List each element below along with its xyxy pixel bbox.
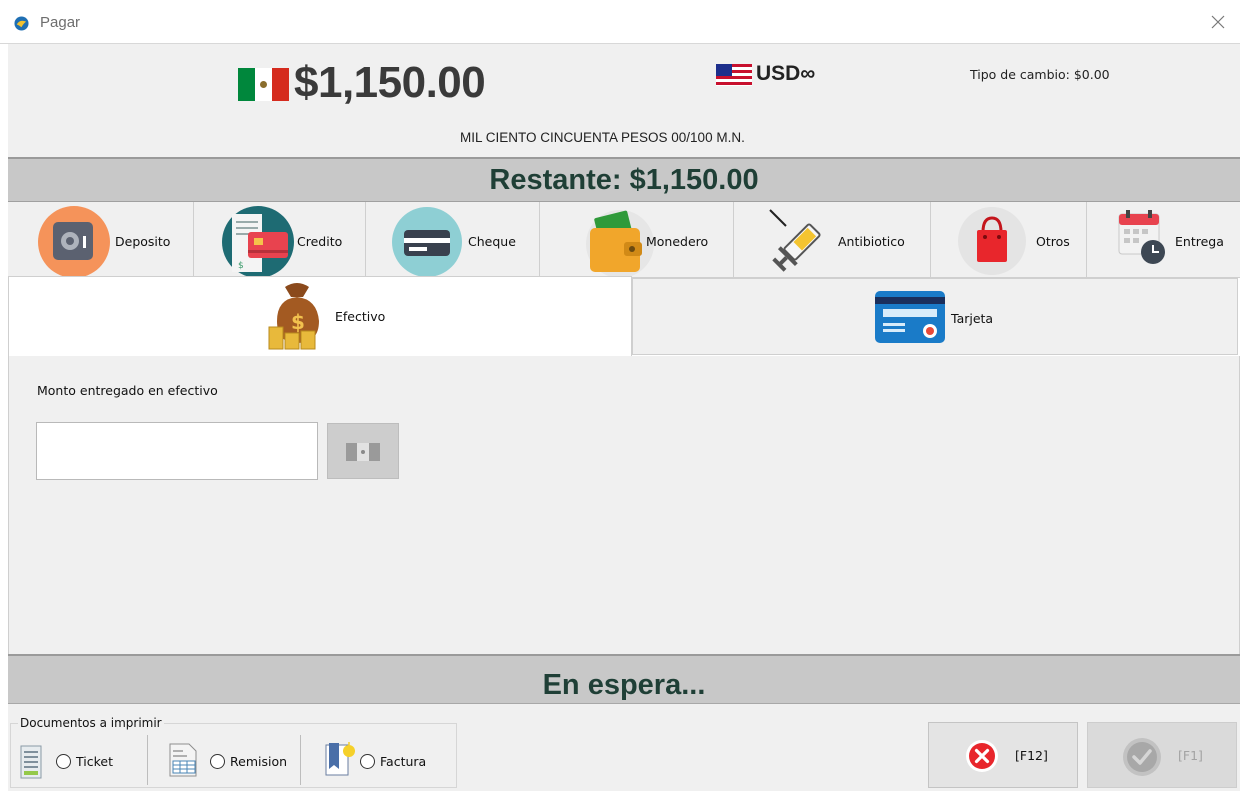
tab-label: Tarjeta xyxy=(951,311,994,326)
method-credito[interactable]: $ Credito xyxy=(194,202,366,278)
divider xyxy=(147,735,148,785)
method-antibiotico[interactable]: Antibiotico xyxy=(734,202,931,278)
cancel-label: [F12] xyxy=(1015,748,1048,763)
usd-amount: USD∞ xyxy=(756,62,816,85)
cancel-icon xyxy=(966,740,998,772)
ticket-icon xyxy=(20,745,42,779)
method-label: Antibiotico xyxy=(838,234,905,249)
currency-toggle-button[interactable] xyxy=(327,423,399,479)
usa-flag-icon[interactable] xyxy=(716,64,752,86)
remision-radio[interactable] xyxy=(210,754,225,769)
calendar-clock-icon xyxy=(1118,210,1165,264)
amount-in-words: MIL CIENTO CINCUENTA PESOS 00/100 M.N. xyxy=(460,130,745,145)
cash-panel xyxy=(8,356,1240,654)
total-amount: $1,150.00 xyxy=(294,58,486,107)
status-bar: En espera... xyxy=(8,654,1240,704)
method-cheque[interactable]: Cheque xyxy=(366,202,540,278)
documents-title: Documentos a imprimir xyxy=(18,716,164,730)
syringe-icon xyxy=(769,209,821,272)
tab-label: Efectivo xyxy=(335,309,386,324)
exchange-rate: Tipo de cambio: $0.00 xyxy=(970,67,1110,82)
accept-button[interactable]: [F1] xyxy=(1087,722,1237,788)
remision-icon xyxy=(169,743,197,777)
factura-icon xyxy=(325,742,355,776)
bank-card-icon xyxy=(875,291,945,343)
safe-icon xyxy=(38,206,110,278)
cash-amount-input[interactable] xyxy=(36,422,318,480)
method-label: Entrega xyxy=(1175,234,1224,249)
svg-text:$: $ xyxy=(238,261,244,271)
tab-efectivo[interactable]: $ Efectivo xyxy=(8,276,632,358)
method-entrega[interactable]: Entrega xyxy=(1087,202,1240,278)
close-icon[interactable] xyxy=(1208,12,1228,32)
title-bar: Pagar xyxy=(0,0,1240,44)
method-label: Cheque xyxy=(468,234,516,249)
remision-label: Remision xyxy=(230,754,288,769)
svg-text:$: $ xyxy=(291,310,305,334)
method-deposito[interactable]: Deposito xyxy=(8,202,194,278)
factura-label: Factura xyxy=(380,754,427,769)
method-label: Otros xyxy=(1036,234,1070,249)
status-text: En espera... xyxy=(542,669,706,701)
method-label: Credito xyxy=(297,234,343,249)
cancel-button[interactable]: [F12] xyxy=(928,722,1078,788)
app-logo-icon xyxy=(14,16,29,31)
shopping-bag-icon xyxy=(958,207,1026,275)
divider xyxy=(300,735,301,785)
mexico-flag-icon xyxy=(346,443,380,461)
credit-card-receipt-icon: $ xyxy=(222,206,294,278)
method-label: Deposito xyxy=(115,234,171,249)
ticket-radio[interactable] xyxy=(56,754,71,769)
money-bag-icon: $ xyxy=(268,283,319,350)
factura-radio[interactable] xyxy=(360,754,375,769)
ticket-label: Ticket xyxy=(76,754,113,769)
tab-tarjeta[interactable]: Tarjeta xyxy=(632,278,1238,355)
mexico-flag-icon xyxy=(238,68,289,101)
method-otros[interactable]: Otros xyxy=(931,202,1087,278)
remaining-amount: Restante: $1,150.00 xyxy=(489,164,759,196)
method-label: Monedero xyxy=(646,234,709,249)
method-monedero[interactable]: Monedero xyxy=(540,202,734,278)
remaining-bar: Restante: $1,150.00 xyxy=(8,157,1240,202)
check-icon xyxy=(1123,738,1161,776)
accept-label: [F1] xyxy=(1178,748,1203,763)
cash-amount-label: Monto entregado en efectivo xyxy=(37,383,218,398)
payment-methods: Deposito $ Credito Cheque Monedero Antib… xyxy=(8,202,1240,278)
window-title: Pagar xyxy=(40,14,81,31)
cheque-icon xyxy=(392,207,462,277)
